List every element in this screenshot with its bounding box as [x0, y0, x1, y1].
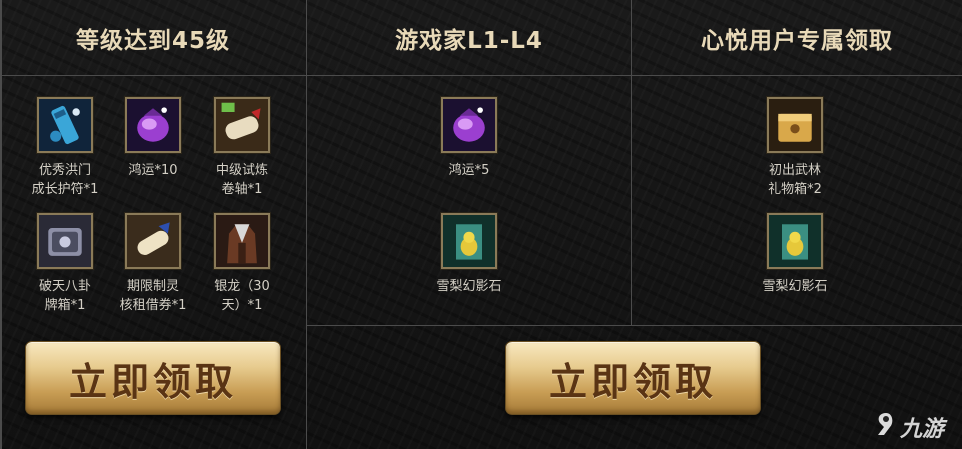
phantom-stone-icon [441, 213, 497, 269]
reward-label: 雪梨幻影石 [762, 279, 828, 294]
reward-label: 初出武林 礼物箱*2 [768, 163, 822, 197]
reward-label: 破天八卦 牌箱*1 [38, 279, 91, 313]
reward-label: 期限制灵 核租借券*1 [119, 279, 187, 313]
column-header-level45: 等级达到45级 [75, 27, 230, 54]
divider [307, 325, 962, 326]
column-header-xinyue: 心悦用户专属领取 [701, 27, 893, 54]
reward-item-talisman[interactable]: 优秀洪门 成长护符*1 [15, 97, 115, 199]
reward-item-hongyun[interactable]: 鸿运*10 [103, 97, 203, 180]
purple-gem-bag-icon [125, 97, 181, 153]
reward-label: 雪梨幻影石 [436, 279, 502, 294]
reward-item-bagua-box[interactable]: 破天八卦 牌箱*1 [15, 213, 115, 315]
column-header-gamer: 游戏家L1-L4 [395, 27, 543, 54]
phantom-stone-icon [767, 213, 823, 269]
claim-button-level45[interactable]: 立即领取 [25, 341, 281, 415]
talisman-icon [37, 97, 93, 153]
reward-label: 鸿运*10 [128, 163, 178, 178]
reward-label: 优秀洪门 成长护符*1 [31, 163, 99, 197]
reward-item-lease-scroll[interactable]: 期限制灵 核租借券*1 [103, 213, 203, 315]
reward-item-trial-scroll[interactable]: 中级试炼 卷轴*1 [192, 97, 292, 199]
nine-game-logo-icon [874, 411, 898, 443]
watermark: 九游 [874, 411, 944, 443]
reward-label: 银龙（30 天）*1 [214, 279, 270, 313]
trial-scroll-icon [214, 97, 270, 153]
bagua-box-icon [37, 213, 93, 269]
reward-label: 中级试炼 卷轴*1 [215, 163, 268, 197]
lease-scroll-icon [125, 213, 181, 269]
divider [0, 75, 962, 76]
reward-item-phantom-stone[interactable]: 雪梨幻影石 [745, 213, 845, 296]
reward-item-gift-chest[interactable]: 初出武林 礼物箱*2 [745, 97, 845, 199]
gift-chest-icon [767, 97, 823, 153]
silver-dragon-outfit-icon [214, 213, 270, 269]
reward-label: 鸿运*5 [448, 163, 490, 178]
reward-item-phantom-stone[interactable]: 雪梨幻影石 [419, 213, 519, 296]
reward-item-silver-dragon[interactable]: 银龙（30 天）*1 [192, 213, 292, 315]
claim-button-gamer-xinyue[interactable]: 立即领取 [505, 341, 761, 415]
watermark-text: 九游 [899, 417, 944, 442]
reward-item-hongyun[interactable]: 鸿运*5 [419, 97, 519, 180]
purple-gem-bag-icon [441, 97, 497, 153]
